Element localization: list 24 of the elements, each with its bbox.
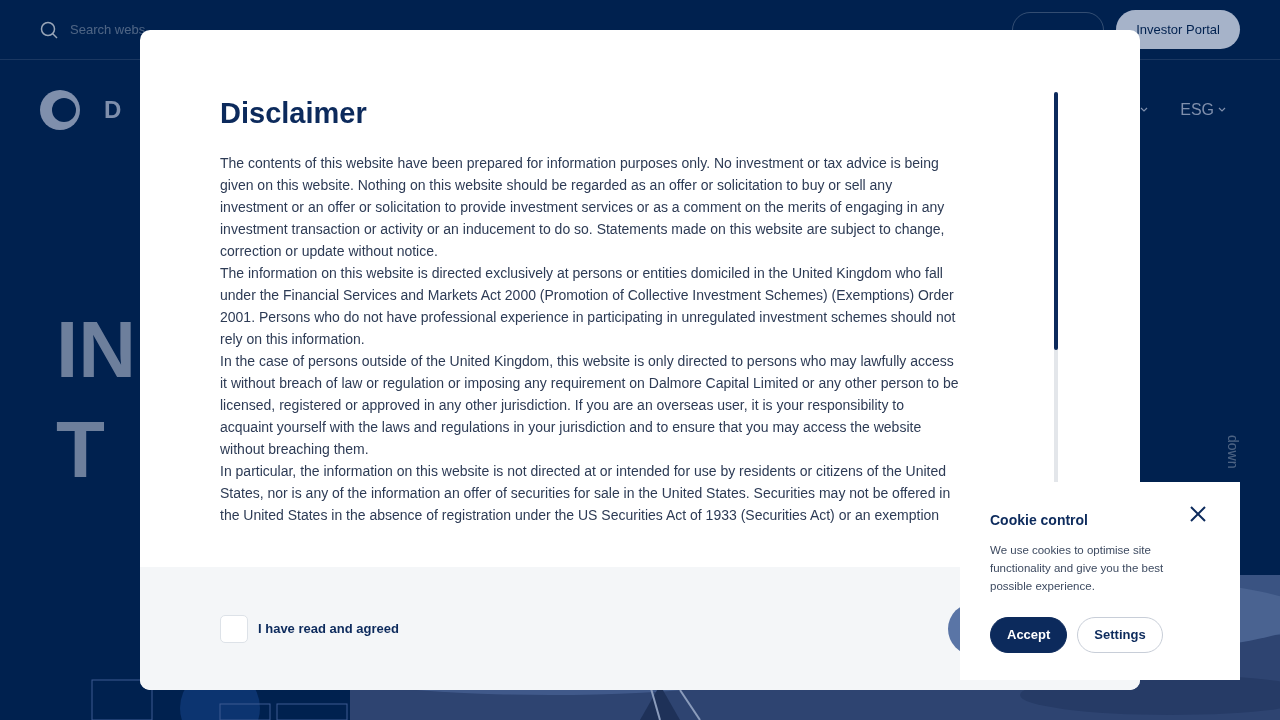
- logo-icon[interactable]: [40, 90, 80, 130]
- disclaimer-paragraph: In particular, the information on this website is not directed at or intended for use by residents or citizens of the United States, nor is any of the information an offer of securities for sale in the United States. Securities may not be offered in the United States in the absence of registration under the US Securities Act of 1933 (Securities Act) or an exemption: [220, 461, 952, 525]
- agree-label[interactable]: I have read and agreed: [258, 618, 399, 639]
- chevron-icon: [1218, 107, 1226, 113]
- cookie-title: Cookie control: [990, 511, 1088, 530]
- cookie-text: We use cookies to optimise site functionality and give you the best possible experience.: [990, 543, 1165, 594]
- search-field[interactable]: Search webs: [70, 19, 270, 40]
- chevron-icon: [1140, 107, 1149, 113]
- logo-text: D: [104, 95, 128, 125]
- disclaimer-paragraph: In the case of persons outside of the United Kingdom, this website is only directed to persons who may lawfully access it without breach of law or regulation or imposing any requirement on Dalmore Capital Limited or any other person to be licensed, registered or approved in any other jurisdiction. If you are an overseas user, it is your responsibility to acquaint yourself with the laws and regulations in your jurisdiction and to ensure that you may access the website without breaching them.: [220, 351, 960, 459]
- disclaimer-paragraph: The information on this website is directed exclusively at persons or entities domiciled in the United Kingdom who fall under the Financial Services and Markets Act 2000 (Promotion of Collective Investment Schemes) (Exemptions) Order 2001. Persons who do not have professional experience in participating in unregulated investment schemes should not rely on this information.: [220, 263, 957, 349]
- disclaimer-paragraph: The contents of this website have been prepared for information purposes only. No investment or tax advice is being given on this website. Nothing on this website should be regarded as an offer or solicitation to buy or sell any investment or an offer or solicitation to provide investment services or as a comment on the merits of engaging in any investment transaction or activity or an inducement to do so. Statements made on this website are subject to change, correction or update without notice.: [220, 153, 946, 261]
- hero-heading: IN: [56, 304, 136, 396]
- nav-item[interactable]: ESG: [1180, 98, 1214, 122]
- close-icon[interactable]: [1190, 506, 1206, 522]
- hero-heading: T: [56, 404, 105, 496]
- scroll-hint: down: [1224, 435, 1242, 469]
- search-icon[interactable]: [40, 20, 58, 39]
- scrollbar-thumb[interactable]: [1054, 92, 1058, 350]
- dialog-title: Disclaimer: [220, 96, 368, 131]
- investor-portal-button[interactable]: Investor Portal: [1116, 9, 1240, 50]
- agree-checkbox[interactable]: [220, 614, 248, 643]
- settings-button[interactable]: Settings: [1077, 617, 1163, 653]
- accept-button[interactable]: Accept: [990, 617, 1068, 653]
